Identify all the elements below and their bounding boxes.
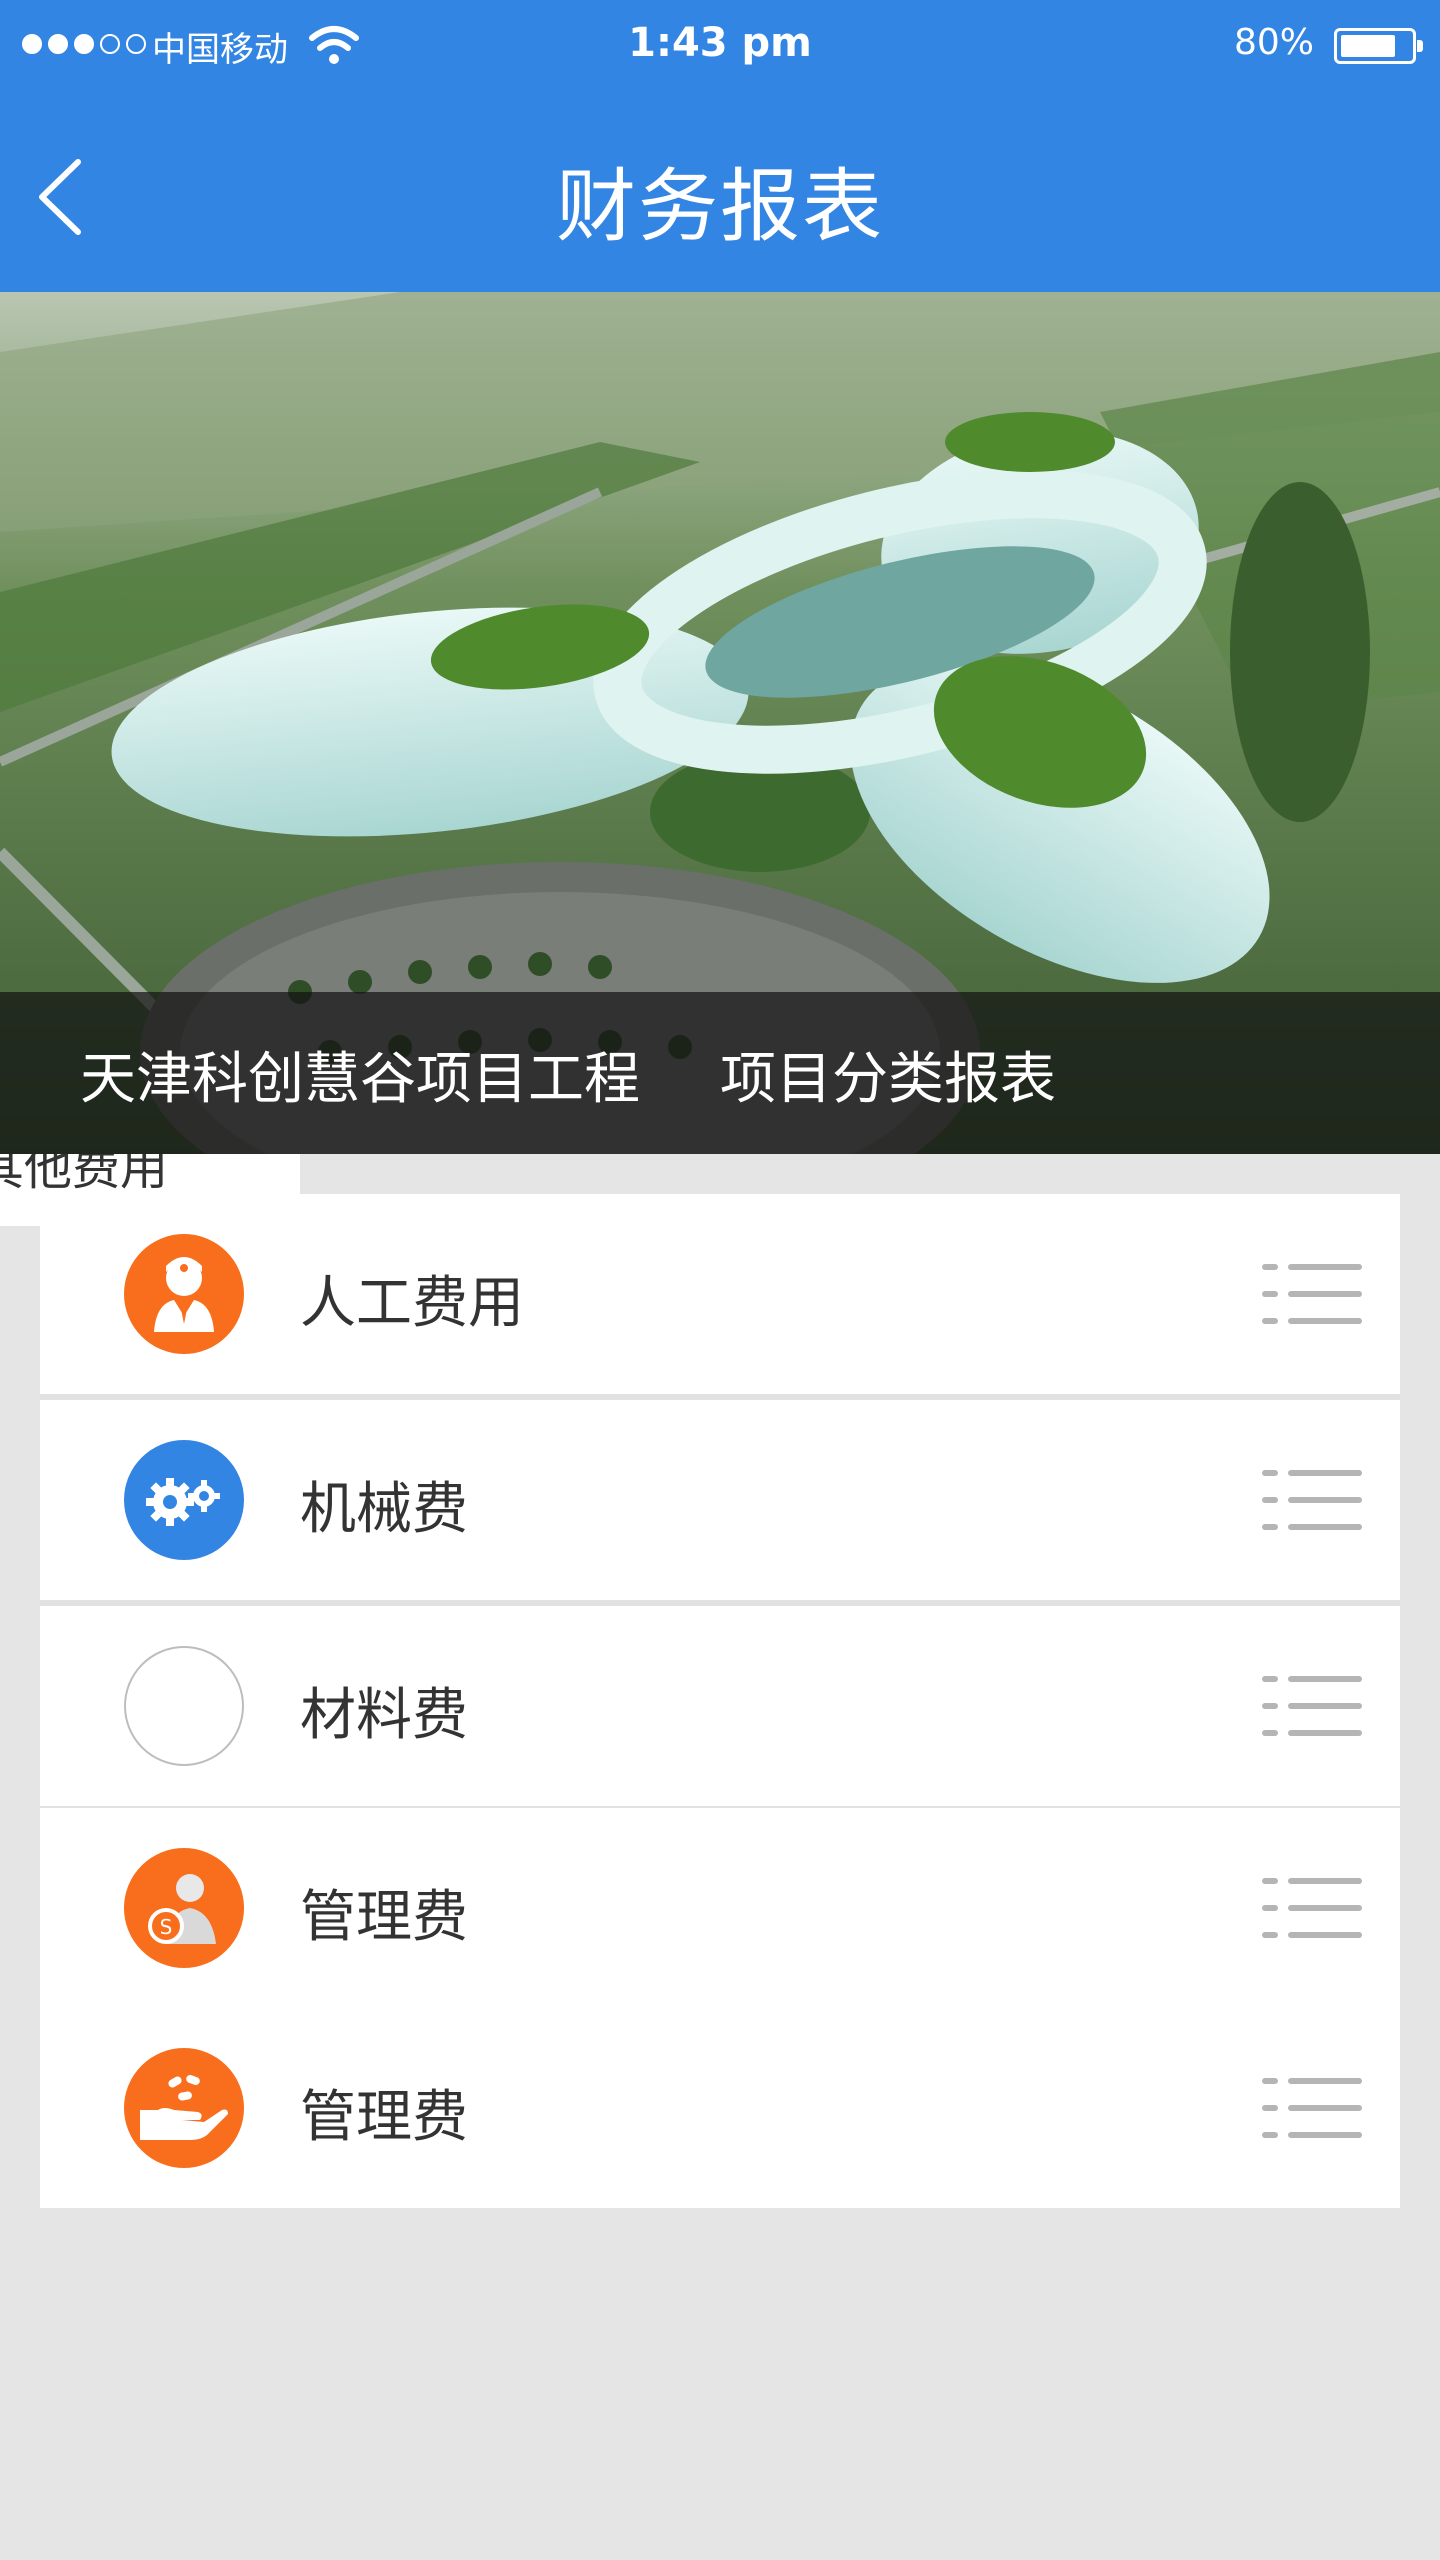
battery-percent: 80% [1234,22,1315,63]
list-item-labor-cost[interactable]: 人工费用 [40,1194,1400,1394]
empty-circle-icon [124,1646,244,1766]
item-label: 管理费 [300,1885,468,1950]
list-icon[interactable] [1262,1262,1362,1326]
item-label: 人工费用 [300,1271,524,1336]
item-label: 材料费 [300,1683,468,1748]
clock: 1:43 pm [628,20,812,66]
gears-icon [124,1440,244,1560]
worker-icon [124,1234,244,1354]
battery-icon [1334,28,1423,64]
list-item-material-cost[interactable]: 材料费 [40,1606,1400,1806]
project-banner[interactable]: 天津科创慧谷项目工程 项目分类报表 [0,292,1440,1154]
battery-level [1341,35,1395,57]
project-name: 天津科创慧谷项目工程 [80,1047,640,1112]
svg-text:S: S [160,1915,173,1939]
manager-money-icon: S [124,1848,244,1968]
list-icon[interactable] [1262,2076,1362,2140]
report-type: 项目分类报表 [720,1047,1056,1112]
list-item-management-fee[interactable]: S 管理费 [40,1808,1400,2008]
app-header: 中国移动 1:43 pm 80% 财务报表 [0,0,1440,292]
other-fees-label: 其他费用 [0,1154,169,1196]
hand-pills-icon [124,2048,244,2168]
item-label: 机械费 [300,1477,468,1542]
status-bar: 中国移动 1:43 pm 80% [0,0,1440,92]
list-item-machinery-cost[interactable]: 机械费 [40,1400,1400,1600]
item-label: 管理费 [300,2085,468,2150]
list-icon[interactable] [1262,1876,1362,1940]
list-icon[interactable] [1262,1674,1362,1738]
list-item-management-fee-2[interactable]: 管理费 [40,2008,1400,2208]
page-title: 财务报表 [556,160,884,253]
banner-caption: 天津科创慧谷项目工程 项目分类报表 [0,992,1440,1154]
list-icon[interactable] [1262,1468,1362,1532]
